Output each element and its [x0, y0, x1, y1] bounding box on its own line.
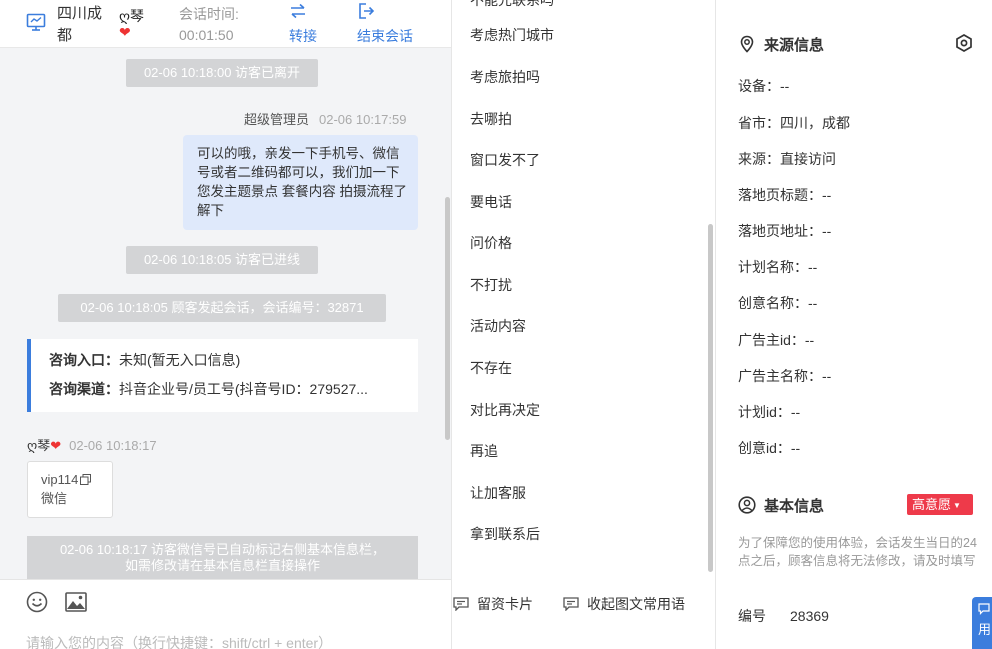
phrase-item[interactable]: 去哪拍 [470, 109, 512, 129]
field-plan-name: 计划名称：-- [738, 259, 818, 275]
phrase-item[interactable]: 考虑热门城市 [470, 25, 554, 45]
basic-info-title: 基本信息 [738, 495, 824, 516]
visitor-sender-name: ღ琴 [27, 438, 51, 453]
transfer-button[interactable]: 转接 [289, 2, 317, 46]
system-message-visitor-left: 02-06 10:18:00 访客已离开 [126, 59, 318, 87]
consult-entry-value: 未知(暂无入口信息) [119, 352, 241, 368]
system-message-session-started: 02-06 10:18:05 顾客发起会话，会话编号：32871 [58, 294, 386, 322]
field-creative-id: 创意id：-- [738, 440, 801, 456]
system-message-auto-tag: 02-06 10:18:17 访客微信号已自动标记右侧基本信息栏， 如需修改请在… [27, 536, 418, 579]
phrase-footer: 留资卡片 收起图文常用语 [452, 579, 715, 649]
field-creative-name: 创意名称：-- [738, 295, 818, 311]
field-plan-id: 计划id：-- [738, 404, 801, 420]
phrase-item[interactable]: 再追 [470, 441, 498, 461]
visitor-message-time: 02-06 10:18:17 [69, 438, 157, 453]
field-advertiser-name: 广告主名称：-- [738, 368, 832, 384]
collapse-phrases-button[interactable]: 收起图文常用语 [563, 594, 685, 614]
consult-entry-label: 咨询入口： [49, 352, 119, 368]
floating-button-label: 用 [978, 622, 992, 637]
consult-channel-row: 咨询渠道：抖音企业号/员工号(抖音号ID：279527... [49, 377, 414, 406]
phrase-scrollbar[interactable] [708, 224, 713, 572]
basic-info-note: 为了保障您的使用体验，会话发生当日的24点之后，顾客信息将无法修改，请及时填写 [738, 536, 977, 568]
monitor-icon [26, 13, 46, 31]
end-session-button[interactable]: 结束会话 [357, 2, 413, 46]
phrase-item[interactable]: 考虑旅拍吗 [470, 67, 540, 87]
end-session-label: 结束会话 [357, 28, 413, 44]
heart-icon: ❤ [50, 438, 62, 453]
location-pin-icon [740, 35, 754, 53]
basic-info-title-text: 基本信息 [764, 498, 825, 515]
field-landing-url: 落地页地址：-- [738, 223, 832, 239]
chat-input-area: 请输入您的内容（换行快捷键：shift/ctrl + enter） [0, 579, 451, 649]
consult-channel-value: 抖音企业号/员工号(抖音号ID：279527... [119, 381, 368, 397]
customer-number-label: 编号 [738, 608, 766, 624]
agent-message-bubble: 可以的哦，亲发一下手机号、微信号或者二维码都可以，我们加一下您发主题景点 套餐内… [183, 135, 418, 230]
visitor-sender-line: ღ琴❤ 02-06 10:18:17 [27, 435, 157, 454]
source-info-title: 来源信息 [738, 34, 824, 55]
phrase-item[interactable]: 不存在 [470, 358, 512, 378]
visitor-location: 四川成都 [57, 5, 103, 44]
phrase-item[interactable]: 要电话 [470, 192, 512, 212]
lead-card-button[interactable]: 留资卡片 [453, 594, 533, 614]
field-advertiser-id: 广告主id：-- [738, 332, 815, 348]
message-card-icon [453, 597, 469, 612]
heart-icon: ❤ [119, 24, 131, 40]
caret-down-icon: ▼ [953, 501, 961, 510]
visitor-wechat-id: vip114 [41, 472, 79, 487]
auto-notice-line1: 02-06 10:18:17 访客微信号已自动标记右侧基本信息栏， [59, 542, 386, 557]
field-source: 来源：直接访问 [738, 151, 836, 167]
phrase-item[interactable]: 活动内容 [470, 316, 526, 336]
chat-scrollbar[interactable] [445, 197, 450, 440]
message-input[interactable]: 请输入您的内容（换行快捷键：shift/ctrl + enter） [26, 633, 332, 649]
message-list-icon [563, 597, 579, 612]
session-time-label: 会话时间: [179, 6, 239, 22]
consult-entry-row: 咨询入口：未知(暂无入口信息) [49, 348, 414, 377]
chat-header: 四川成都 ღ琴 ❤ 会话时间: 00:01:50 转接 结束会话 [0, 0, 451, 48]
transfer-icon [291, 3, 305, 19]
visitor-message-line: vip114 [41, 470, 112, 489]
phrase-item[interactable]: 问价格 [470, 233, 512, 253]
field-device: 设备：-- [738, 78, 790, 94]
chat-bubble-icon [978, 603, 990, 615]
settings-icon[interactable] [954, 33, 974, 53]
auto-notice-line2: 如需修改请在基本信息栏直接操作 [124, 558, 320, 573]
agent-sender-line: 超级管理员 02-06 10:17:59 [244, 109, 406, 128]
copy-icon[interactable] [80, 474, 92, 485]
lead-card-label: 留资卡片 [477, 596, 533, 612]
chat-message-list[interactable]: 02-06 10:18:00 访客已离开 超级管理员 02-06 10:17:59… [0, 49, 451, 579]
quick-phrase-panel: 不能先联系吗 考虑热门城市 考虑旅拍吗 去哪拍 窗口发不了 要电话 问价格 不打… [452, 0, 716, 649]
field-province: 省市：四川，成都 [738, 115, 850, 131]
collapse-phrases-label: 收起图文常用语 [587, 596, 685, 612]
phrase-item[interactable]: 不打扰 [470, 275, 512, 295]
phrase-item[interactable]: 不能先联系吗 [470, 0, 554, 10]
field-landing-title: 落地页标题：-- [738, 187, 832, 203]
customer-number-row: 编号 28369 [738, 606, 829, 626]
source-info-title-text: 来源信息 [764, 37, 825, 54]
customer-number-value: 28369 [790, 608, 829, 624]
floating-side-button[interactable]: 用 [972, 597, 992, 649]
phrase-item[interactable]: 窗口发不了 [470, 150, 540, 170]
visitor-info-panel: 来源信息 设备：-- 省市：四川，成都 来源：直接访问 落地页标题：-- 落地页… [716, 0, 992, 649]
phrase-item[interactable]: 让加客服 [470, 483, 526, 503]
emoji-icon[interactable] [26, 591, 48, 613]
visitor-name-text: ღ琴 [119, 8, 145, 24]
intent-level-dropdown[interactable]: 高意愿 ▼ [907, 494, 973, 515]
system-message-visitor-entered: 02-06 10:18:05 访客已进线 [126, 246, 318, 274]
agent-name: 超级管理员 [244, 112, 310, 127]
phrase-item[interactable]: 对比再决定 [470, 400, 540, 420]
consult-info-card: 咨询入口：未知(暂无入口信息) 咨询渠道：抖音企业号/员工号(抖音号ID：279… [27, 339, 418, 412]
visitor-name: ღ琴 ❤ [119, 7, 144, 39]
session-time-value: 00:01:50 [179, 27, 234, 43]
visitor-message-tag: 微信 [41, 491, 68, 506]
agent-message-time: 02-06 10:17:59 [319, 112, 407, 127]
transfer-label: 转接 [289, 28, 317, 44]
intent-level-value: 高意愿 [912, 497, 952, 512]
user-circle-icon [738, 496, 756, 514]
phrase-item[interactable]: 拿到联系后 [470, 524, 540, 544]
consult-channel-label: 咨询渠道： [49, 381, 119, 397]
chat-panel: 四川成都 ღ琴 ❤ 会话时间: 00:01:50 转接 结束会话 02-06 1… [0, 0, 452, 649]
exit-icon [359, 3, 375, 19]
image-icon[interactable] [65, 592, 87, 612]
visitor-message-bubble: vip114 微信 [27, 461, 113, 518]
